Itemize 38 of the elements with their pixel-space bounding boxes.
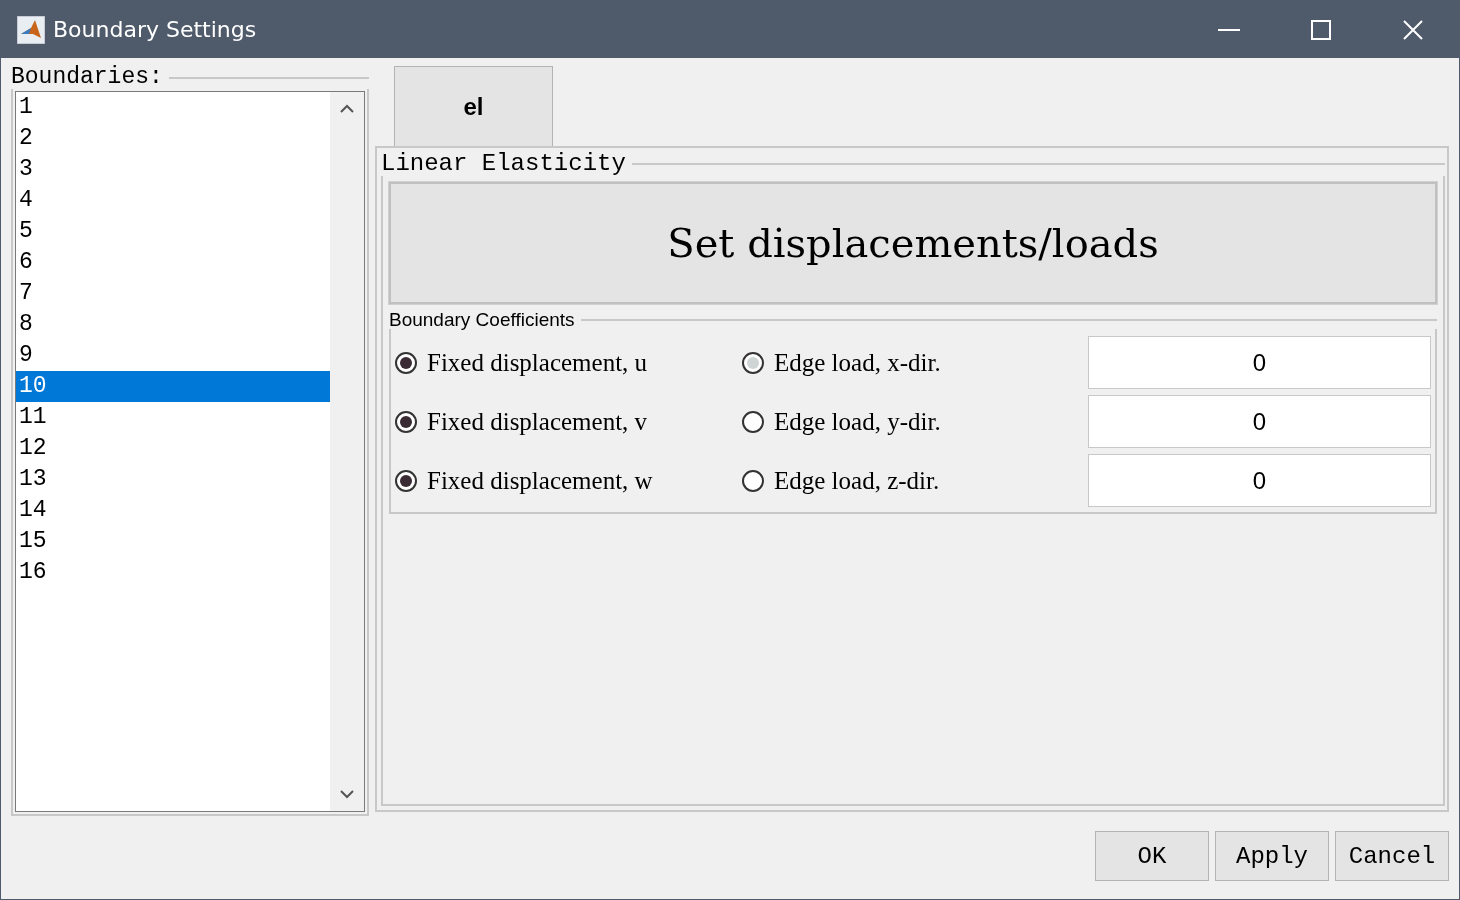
radio-option[interactable]: Edge load, z-dir. [742, 466, 1082, 495]
list-item[interactable]: 3 [16, 154, 330, 185]
list-item[interactable]: 8 [16, 309, 330, 340]
tab[interactable]: el [394, 66, 553, 146]
radio-option[interactable]: Edge load, y-dir. [742, 407, 1082, 436]
list-item[interactable]: 9 [16, 340, 330, 371]
list-item[interactable]: 7 [16, 278, 330, 309]
dialog-button[interactable]: Cancel [1335, 831, 1449, 881]
radio-option[interactable]: Edge load, x-dir. [742, 348, 1082, 377]
list-item[interactable]: 5 [16, 216, 330, 247]
value-field[interactable]: 0 [1088, 336, 1431, 389]
minimize-icon [1218, 28, 1240, 31]
list-item[interactable]: 12 [16, 433, 330, 464]
list-item[interactable]: 6 [16, 247, 330, 278]
radio-option[interactable]: Fixed displacement, u [395, 348, 742, 377]
scroll-down-icon[interactable] [340, 790, 354, 799]
value-field[interactable]: 0 [1088, 454, 1431, 507]
list-item[interactable]: 16 [16, 557, 330, 588]
list-item[interactable]: 4 [16, 185, 330, 216]
app-logo-icon [17, 15, 45, 44]
maximize-icon [1311, 19, 1331, 40]
dialog-button[interactable]: OK [1095, 831, 1209, 881]
radio-option[interactable]: Fixed displacement, v [395, 407, 742, 436]
radio-option[interactable]: Fixed displacement, w [395, 466, 742, 495]
list-item[interactable]: 13 [16, 464, 330, 495]
list-item[interactable]: 15 [16, 526, 330, 557]
dialog-button[interactable]: Apply [1215, 831, 1329, 881]
window-title: Boundary Settings [53, 17, 258, 42]
list-item[interactable]: 14 [16, 495, 330, 526]
list-item[interactable]: 11 [16, 402, 330, 433]
list-item[interactable]: 1 [16, 92, 330, 123]
scroll-up-icon[interactable] [340, 104, 354, 113]
list-item[interactable]: 10 [16, 371, 330, 402]
set-displacements-button[interactable]: Set displacements/loads [389, 182, 1437, 304]
scrollbar[interactable] [330, 92, 364, 811]
list-item[interactable]: 2 [16, 123, 330, 154]
close-icon [1403, 19, 1423, 40]
value-field[interactable]: 0 [1088, 395, 1431, 448]
